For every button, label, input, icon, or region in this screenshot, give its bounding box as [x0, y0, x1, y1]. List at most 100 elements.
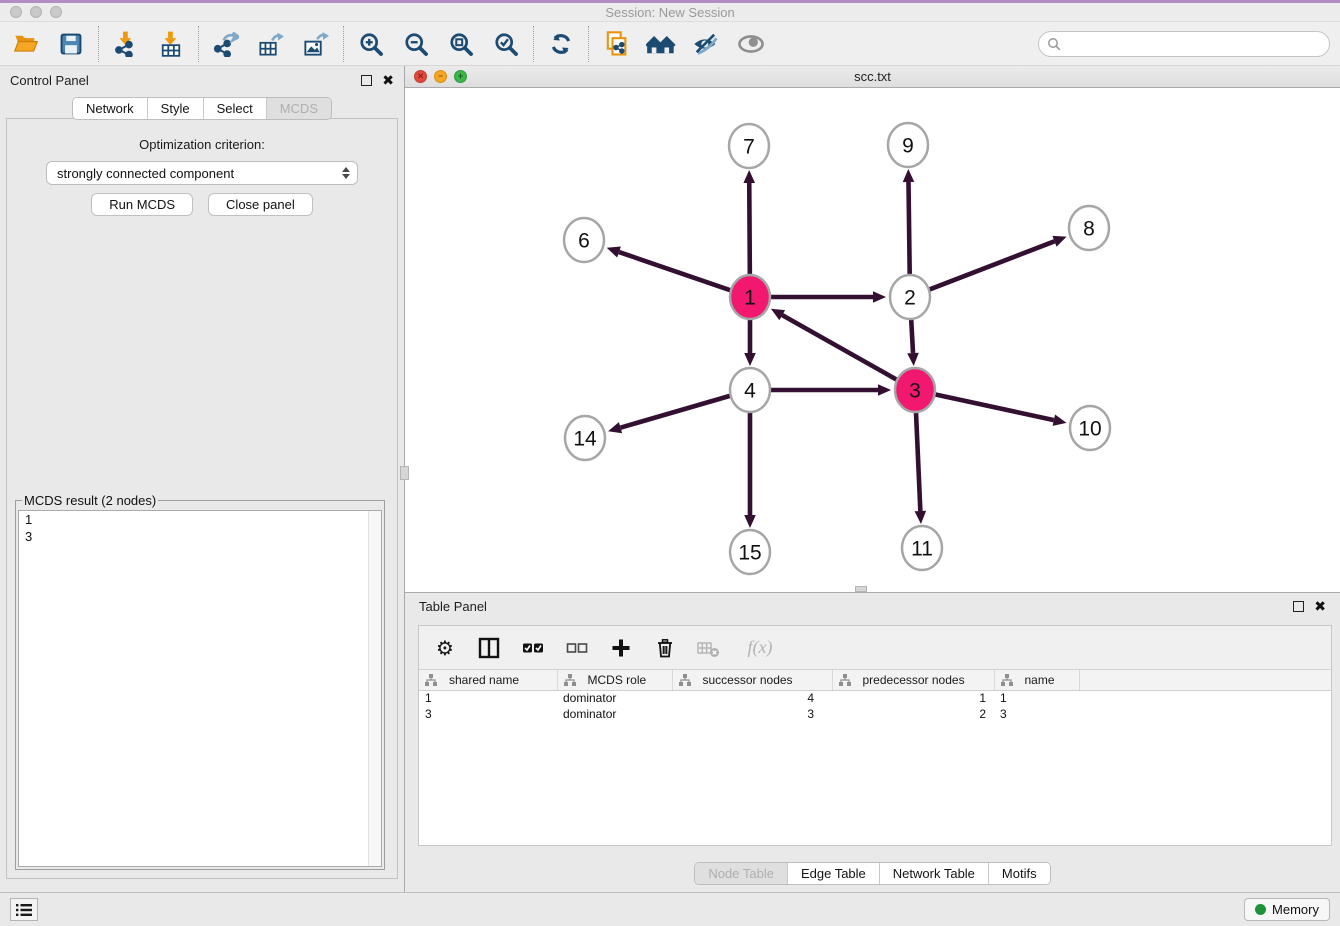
- table-cell[interactable]: 3: [672, 706, 832, 722]
- close-panel-button[interactable]: Close panel: [208, 193, 313, 216]
- zoom-out-button[interactable]: [402, 30, 430, 58]
- edge-3-1[interactable]: [782, 315, 896, 380]
- toolbar-separator: [343, 26, 344, 62]
- edge-3-10[interactable]: [936, 394, 1054, 420]
- run-mcds-button[interactable]: Run MCDS: [91, 193, 193, 216]
- zoom-in-button[interactable]: [357, 30, 385, 58]
- graph-node-label: 11: [911, 538, 933, 561]
- import-table-button[interactable]: [157, 30, 185, 58]
- zoom-in-icon: [358, 31, 384, 57]
- table-cell-blank: [1079, 690, 1331, 706]
- refresh-layout-button[interactable]: [547, 30, 575, 58]
- edge-2-9[interactable]: [908, 182, 909, 276]
- table-cell[interactable]: 4: [672, 690, 832, 706]
- memory-button[interactable]: Memory: [1244, 898, 1330, 921]
- table-cell[interactable]: dominator: [557, 706, 672, 722]
- table-cell[interactable]: 1: [832, 690, 994, 706]
- tab-node-table[interactable]: Node Table: [695, 863, 787, 884]
- delete-table-icon: [697, 637, 721, 659]
- zoom-fit-button[interactable]: [447, 30, 475, 58]
- column-header-name[interactable]: name: [994, 670, 1079, 690]
- network-close-icon[interactable]: ✕: [414, 70, 427, 83]
- splitter-handle[interactable]: [400, 466, 409, 480]
- graph-node-label: 2: [904, 287, 916, 310]
- table-cell[interactable]: 2: [832, 706, 994, 722]
- unselect-all-columns-button[interactable]: [565, 636, 589, 660]
- float-table-panel-icon[interactable]: [1293, 601, 1304, 612]
- edge-1-6[interactable]: [619, 252, 730, 290]
- column-header-predecessor-nodes[interactable]: predecessor nodes: [832, 670, 994, 690]
- delete-table-button[interactable]: [697, 636, 721, 660]
- table-cell[interactable]: 1: [419, 690, 557, 706]
- columns-icon: [478, 637, 500, 659]
- close-panel-icon[interactable]: ✖: [382, 75, 394, 86]
- tab-mcds[interactable]: MCDS: [266, 98, 331, 119]
- duplicate-network-button[interactable]: [602, 30, 630, 58]
- graph-node-label: 8: [1083, 218, 1095, 241]
- search-field[interactable]: [1038, 31, 1330, 57]
- column-header-mcds-role[interactable]: MCDS role: [557, 670, 672, 690]
- tab-select[interactable]: Select: [203, 98, 266, 119]
- table-row[interactable]: 3dominator323: [419, 706, 1331, 722]
- hide-graphics-details-icon: [692, 31, 720, 57]
- search-input[interactable]: [1065, 34, 1329, 54]
- network-window-titlebar[interactable]: ✕ − + scc.txt: [405, 66, 1340, 88]
- table-settings-button[interactable]: ⚙: [433, 636, 457, 660]
- table-cell[interactable]: 3: [994, 706, 1079, 722]
- gear-icon: ⚙: [436, 638, 454, 658]
- float-panel-icon[interactable]: [361, 75, 372, 86]
- zoom-selected-button[interactable]: [492, 30, 520, 58]
- column-header-shared-name[interactable]: shared name: [419, 670, 557, 690]
- edge-3-11[interactable]: [916, 411, 920, 511]
- edge-arrowhead: [873, 291, 886, 303]
- table-cell[interactable]: dominator: [557, 690, 672, 706]
- edge-2-3[interactable]: [911, 318, 913, 353]
- node-table-container: ⚙: [418, 625, 1332, 846]
- export-image-button[interactable]: [302, 30, 330, 58]
- create-column-button[interactable]: [609, 636, 633, 660]
- mcds-result-list[interactable]: 13: [18, 510, 382, 867]
- network-graph[interactable]: 1234678910111415: [405, 88, 1338, 591]
- table-cell[interactable]: 3: [419, 706, 557, 722]
- optimization-criterion-select[interactable]: strongly connected component: [46, 161, 358, 185]
- mcds-result-item: 1: [19, 511, 381, 528]
- table-panel: Table Panel ✖ ⚙: [405, 592, 1340, 892]
- save-session-button[interactable]: [57, 30, 85, 58]
- table-row[interactable]: 1dominator411: [419, 690, 1331, 706]
- import-network-button[interactable]: [112, 30, 140, 58]
- tab-edge-table[interactable]: Edge Table: [787, 863, 879, 884]
- birds-eye-view-button[interactable]: [737, 30, 765, 58]
- close-table-panel-icon[interactable]: ✖: [1314, 601, 1326, 612]
- function-builder-button[interactable]: f(x): [741, 636, 779, 660]
- table-cell[interactable]: 1: [994, 690, 1079, 706]
- column-header-successor-nodes[interactable]: successor nodes: [672, 670, 832, 690]
- edge-arrowhead: [744, 515, 756, 528]
- column-header-blank: [1079, 670, 1331, 690]
- graph-node-label: 7: [743, 136, 755, 159]
- tab-style[interactable]: Style: [147, 98, 203, 119]
- edge-2-8[interactable]: [930, 241, 1055, 289]
- export-image-icon: [303, 31, 329, 57]
- tab-motifs[interactable]: Motifs: [988, 863, 1050, 884]
- export-network-button[interactable]: [212, 30, 240, 58]
- network-minimize-icon[interactable]: −: [434, 70, 447, 83]
- splitter-handle[interactable]: [855, 586, 867, 592]
- node-table-header[interactable]: shared nameMCDS rolesuccessor nodesprede…: [419, 670, 1331, 690]
- show-columns-button[interactable]: [477, 636, 501, 660]
- delete-column-button[interactable]: [653, 636, 677, 660]
- edge-4-14[interactable]: [621, 396, 730, 428]
- hide-details-button[interactable]: [692, 30, 720, 58]
- network-canvas[interactable]: 1234678910111415: [405, 88, 1340, 591]
- export-table-button[interactable]: [257, 30, 285, 58]
- tab-network-table[interactable]: Network Table: [879, 863, 988, 884]
- result-scrollbar[interactable]: [368, 511, 381, 866]
- home-layout-button[interactable]: [647, 30, 675, 58]
- open-session-button[interactable]: [12, 30, 40, 58]
- window-title: Session: New Session: [0, 5, 1340, 20]
- task-history-button[interactable]: [10, 898, 38, 921]
- tab-network[interactable]: Network: [73, 98, 147, 119]
- select-all-columns-button[interactable]: [521, 636, 545, 660]
- network-zoom-icon[interactable]: +: [454, 70, 467, 83]
- edge-1-7[interactable]: [749, 183, 750, 276]
- table-cell-blank: [1079, 706, 1331, 722]
